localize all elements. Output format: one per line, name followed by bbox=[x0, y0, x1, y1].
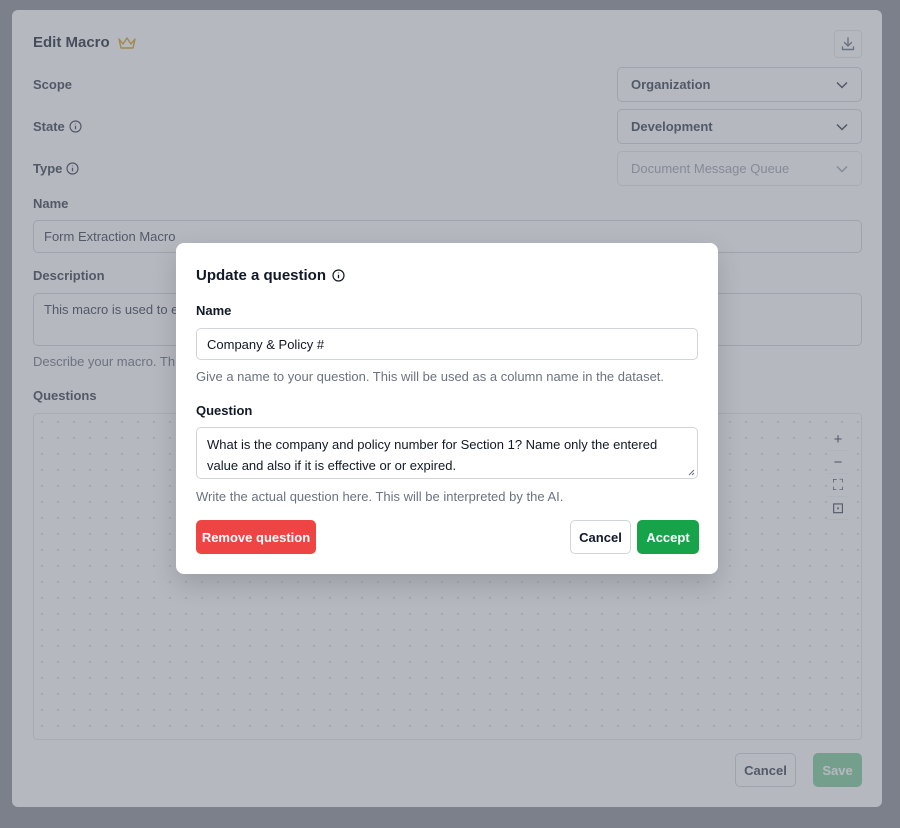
question-name-input[interactable]: Company & Policy # bbox=[196, 328, 698, 360]
modal-title: Update a question bbox=[196, 267, 345, 284]
modal-title-text: Update a question bbox=[196, 267, 327, 284]
resize-handle-icon[interactable] bbox=[688, 469, 695, 476]
question-name-helper: Give a name to your question. This will … bbox=[196, 369, 665, 384]
question-name-label: Name bbox=[196, 303, 232, 318]
modal-cancel-button[interactable]: Cancel bbox=[570, 520, 631, 554]
update-question-modal: Update a question Name Company & Policy … bbox=[176, 243, 718, 574]
question-value: What is the company and policy number fo… bbox=[207, 437, 658, 473]
question-label: Question bbox=[196, 403, 253, 418]
remove-question-button[interactable]: Remove question bbox=[196, 520, 316, 554]
question-helper: Write the actual question here. This wil… bbox=[196, 489, 564, 504]
question-textarea[interactable]: What is the company and policy number fo… bbox=[196, 427, 698, 479]
info-icon bbox=[332, 269, 345, 282]
accept-button[interactable]: Accept bbox=[637, 520, 699, 554]
question-name-value: Company & Policy # bbox=[207, 336, 325, 352]
